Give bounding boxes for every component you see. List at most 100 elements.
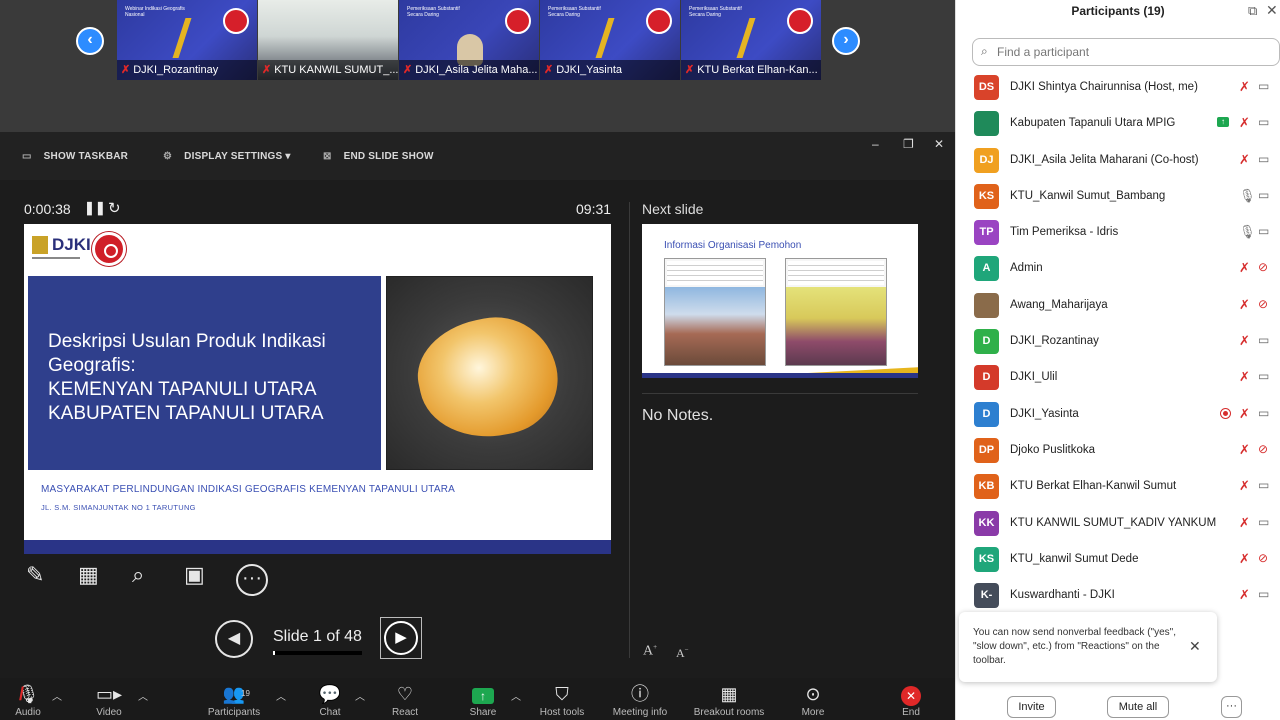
participant-name: Admin (1010, 262, 1043, 274)
participant-row[interactable]: Awang_Maharijaya✗⊘ (956, 288, 1280, 324)
video-tile[interactable]: Pemeriksaan Substantif Secara Daring ✗DJ… (540, 0, 680, 80)
react-button[interactable]: ♡ React (370, 682, 440, 720)
increase-font-icon[interactable]: A+ (643, 643, 657, 660)
camera-icon[interactable]: ▭ (1258, 478, 1269, 492)
pen-icon[interactable]: ✎ (26, 562, 44, 588)
participant-row[interactable]: DDJKI_Yasinta✗▭ (956, 397, 1280, 433)
pause-timer-icon[interactable]: ❚❚ (84, 200, 106, 216)
previous-slide-button[interactable]: ◀ (215, 620, 253, 658)
mic-muted-icon[interactable]: ✗ (1239, 333, 1250, 349)
mic-muted-icon[interactable]: ✗ (1239, 115, 1250, 131)
mic-muted-icon[interactable]: ✗ (1239, 406, 1250, 422)
participants-button[interactable]: 👥19 Participants (199, 682, 269, 720)
display-settings-button[interactable]: ⚙DISPLAY SETTINGS ▾ (163, 151, 291, 162)
camera-icon[interactable]: ▭ (1258, 79, 1269, 93)
chat-options-chevron-icon[interactable]: ︿ (355, 688, 365, 703)
participant-row[interactable]: Kabupaten Tapanuli Utara MPIG↑✗▭ (956, 106, 1280, 142)
search-icon: ⌕ (981, 44, 988, 59)
participant-row[interactable]: DSDJKI Shintya Chairunnisa (Host, me)✗▭ (956, 70, 1280, 106)
meeting-info-button[interactable]: ⓘ Meeting info (605, 682, 675, 720)
participant-row[interactable]: TPTim Pemeriksa - Idris🎙▭ (956, 215, 1280, 251)
mic-muted-icon[interactable]: ✗ (1239, 152, 1250, 168)
end-meeting-button[interactable]: ✕ End (876, 682, 946, 720)
breakout-rooms-button[interactable]: ▦ Breakout rooms (688, 682, 770, 720)
reset-timer-icon[interactable]: ↻ (108, 199, 121, 217)
camera-icon[interactable]: ▭ (1258, 224, 1269, 238)
djki-logo: DJKI (32, 234, 82, 256)
participant-row[interactable]: KKKTU KANWIL SUMUT_KADIV YANKUM✗▭ (956, 506, 1280, 542)
mic-muted-icon[interactable]: ✗ (1239, 260, 1250, 276)
camera-off-icon[interactable]: ⊘ (1258, 297, 1268, 311)
camera-icon[interactable]: ▭ (1258, 369, 1269, 383)
audio-options-chevron-icon[interactable]: ︿ (52, 688, 62, 703)
restore-icon[interactable]: ❐ (903, 137, 914, 151)
camera-off-icon[interactable]: ⊘ (1258, 551, 1268, 565)
camera-icon[interactable]: ▭ (1258, 115, 1269, 129)
show-taskbar-button[interactable]: ▭SHOW TASKBAR (22, 151, 128, 162)
camera-icon[interactable]: ▭ (1258, 188, 1269, 202)
search-input[interactable] (997, 43, 1267, 61)
next-slide-preview[interactable]: Informasi Organisasi Pemohon (642, 224, 918, 378)
participant-row[interactable]: DPDjoko Puslitkoka✗⊘ (956, 433, 1280, 469)
next-slide-image (664, 258, 766, 366)
camera-off-icon[interactable]: ⊘ (1258, 442, 1268, 456)
black-screen-icon[interactable]: ▣ (184, 562, 205, 588)
see-all-slides-icon[interactable]: ▦ (78, 562, 99, 588)
more-options-icon[interactable]: ··· (236, 564, 268, 596)
mic-muted-icon[interactable]: ✗ (1239, 478, 1250, 494)
participant-row[interactable]: KSKTU_kanwil Sumut Dede✗⊘ (956, 542, 1280, 578)
zoom-icon[interactable]: ⌕ (132, 562, 144, 588)
participant-row[interactable]: K-Kuswardhanti - DJKI✗▭ (956, 578, 1280, 614)
video-options-chevron-icon[interactable]: ︿ (138, 688, 148, 703)
panel-more-button[interactable]: ··· (1221, 696, 1242, 718)
mic-muted-icon[interactable]: ✗ (1239, 79, 1250, 95)
close-icon[interactable]: ✕ (1266, 2, 1278, 19)
decrease-font-icon[interactable]: A− (676, 646, 689, 661)
video-tile[interactable]: Pemeriksaan Substantif Secara Daring ✗DJ… (399, 0, 539, 80)
close-icon[interactable]: ✕ (934, 137, 944, 151)
mic-muted-icon[interactable]: ✗ (1239, 297, 1250, 313)
camera-icon[interactable]: ▭ (1258, 587, 1269, 601)
host-tools-button[interactable]: ⛉ Host tools (527, 682, 597, 720)
participant-row[interactable]: AAdmin✗⊘ (956, 251, 1280, 287)
close-tip-icon[interactable]: ✕ (1189, 638, 1201, 655)
end-slide-show-button[interactable]: ⊠END SLIDE SHOW (323, 151, 434, 162)
video-button[interactable]: ▭▸ Video (74, 682, 144, 720)
share-options-chevron-icon[interactable]: ︿ (511, 688, 521, 703)
mic-muted-icon[interactable]: ✗ (1239, 515, 1250, 531)
video-tile[interactable]: Pemeriksaan Substantif Secara Daring ✗KT… (681, 0, 821, 80)
camera-icon[interactable]: ▭ (1258, 152, 1269, 166)
mic-muted-icon[interactable]: ✗ (1239, 369, 1250, 385)
participant-search[interactable]: ⌕ (972, 38, 1280, 66)
camera-icon[interactable]: ▭ (1258, 406, 1269, 420)
camera-icon[interactable]: ▭ (1258, 515, 1269, 529)
next-slide-button[interactable]: ▶ (380, 617, 422, 659)
slide-counter[interactable]: Slide 1 of 48 (273, 628, 362, 646)
participants-options-chevron-icon[interactable]: ︿ (276, 688, 286, 703)
camera-off-icon[interactable]: ⊘ (1258, 260, 1268, 274)
mic-muted-icon[interactable]: ✗ (1239, 551, 1250, 567)
video-tile[interactable]: Webinar Indikasi Geografis Nasional ✗DJK… (117, 0, 257, 80)
participant-row[interactable]: DDJKI_Rozantinay✗▭ (956, 324, 1280, 360)
participant-row[interactable]: DJDJKI_Asila Jelita Maharani (Co-host)✗▭ (956, 143, 1280, 179)
participant-row[interactable]: KSKTU_Kanwil Sumut_Bambang🎙▭ (956, 179, 1280, 215)
mic-icon[interactable]: 🎙 (1239, 188, 1256, 204)
more-button[interactable]: ⊙ More (778, 682, 848, 720)
participant-row[interactable]: DDJKI_Ulil✗▭ (956, 360, 1280, 396)
gallery-next-button[interactable]: › (832, 27, 860, 55)
mic-muted-icon[interactable]: ✗ (1239, 442, 1250, 458)
minimize-icon[interactable]: – (872, 137, 879, 151)
invite-button[interactable]: Invite (1007, 696, 1056, 718)
share-button[interactable]: ↑ Share (448, 682, 518, 720)
next-arrow-icon: ▶ (384, 621, 418, 655)
gallery-prev-button[interactable]: ‹ (76, 27, 104, 55)
popout-icon[interactable]: ⧉ (1248, 3, 1257, 19)
participant-row[interactable]: KBKTU Berkat Elhan-Kanwil Sumut✗▭ (956, 469, 1280, 505)
camera-icon[interactable]: ▭ (1258, 333, 1269, 347)
mic-icon[interactable]: 🎙 (1239, 224, 1256, 240)
video-tile[interactable]: ✗KTU KANWIL SUMUT_... (258, 0, 398, 80)
mute-all-button[interactable]: Mute all (1107, 696, 1169, 718)
tile-name: DJKI_Asila Jelita Maha... (415, 64, 537, 76)
mic-muted-icon[interactable]: ✗ (1239, 587, 1250, 603)
panel-footer: Invite Mute all ··· (956, 690, 1280, 720)
